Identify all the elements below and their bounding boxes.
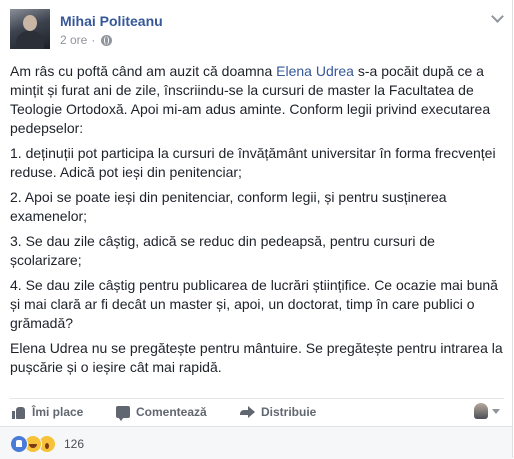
post-as-selector[interactable]	[474, 403, 500, 419]
like-label: Îmi place	[32, 405, 84, 419]
share-label: Distribuie	[261, 405, 317, 419]
avatar-shoulders	[16, 31, 44, 49]
post-options-chevron-down-icon[interactable]	[490, 11, 506, 25]
comment-bubble-icon	[116, 406, 130, 421]
post-paragraph-6: Elena Udrea nu se pregătește pentru mânt…	[10, 340, 503, 375]
reactions-summary[interactable]: 126	[10, 435, 84, 453]
dropdown-arrow-icon	[492, 408, 500, 414]
post-time[interactable]: 2 ore	[60, 33, 87, 47]
comment-label: Comentează	[136, 405, 207, 419]
post-content: Am râs cu poftă când am auzit că doamna …	[10, 62, 504, 383]
author-name[interactable]: Mihai Politeanu	[60, 13, 163, 29]
comment-button[interactable]: Comentează	[116, 403, 207, 421]
like-reaction-icon	[10, 435, 28, 453]
post-paragraph-4: 3. Se dau zile câștig, adică se reduc di…	[10, 233, 435, 268]
globe-icon[interactable]	[101, 34, 113, 46]
reactions-footer: 126	[0, 426, 512, 459]
share-arrow-icon	[240, 406, 255, 418]
share-button[interactable]: Distribuie	[240, 403, 316, 421]
p1-text-before: Am râs cu poftă când am auzit că doamna	[10, 63, 277, 79]
tagged-person-link[interactable]: Elena Udrea	[276, 63, 354, 79]
reactions-count: 126	[64, 437, 85, 451]
viewer-avatar	[474, 403, 488, 419]
post-actions-bar: Îmi place Comentează Distribuie	[10, 398, 504, 425]
like-button[interactable]: Îmi place	[12, 403, 83, 421]
facebook-post: Mihai Politeanu 2 ore · Am râs cu poftă …	[0, 0, 513, 459]
post-header: Mihai Politeanu 2 ore ·	[10, 9, 504, 51]
post-paragraph-3: 2. Apoi se poate ieși din penitenciar, c…	[10, 189, 447, 224]
avatar-head	[23, 15, 37, 31]
author-avatar[interactable]	[10, 9, 50, 49]
post-paragraph-1: Am râs cu poftă când am auzit că doamna …	[10, 62, 504, 138]
post-paragraph-2: 1. deținuții pot participa la cursuri de…	[10, 145, 496, 180]
post-paragraph-5: 4. Se dau zile câștig pentru publicarea …	[10, 277, 498, 331]
thumbs-up-icon	[12, 405, 26, 419]
post-meta: 2 ore ·	[60, 33, 113, 47]
meta-separator: ·	[91, 33, 96, 47]
